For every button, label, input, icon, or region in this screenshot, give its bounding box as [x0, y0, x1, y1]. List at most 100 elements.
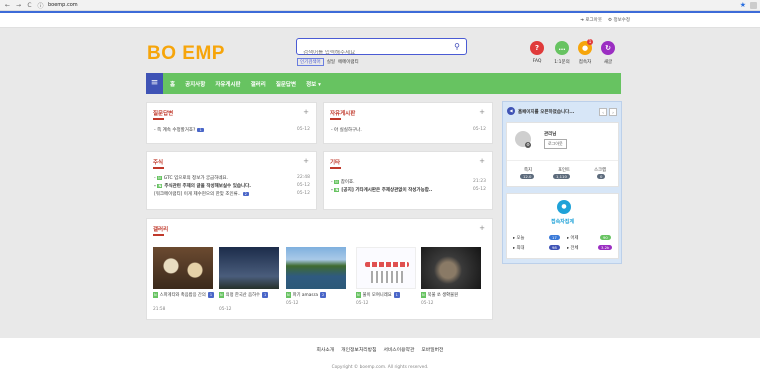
nav-free-board[interactable]: 자유게시판	[215, 80, 240, 88]
visitor-stat-value: 98	[549, 245, 560, 250]
next-arrow-icon[interactable]: ›	[609, 108, 617, 116]
faq-icon[interactable]: ?	[530, 41, 544, 55]
gallery-thumbnail[interactable]	[286, 247, 346, 289]
list-item[interactable]: - 아 실실하구나.	[331, 127, 362, 133]
title-underline	[330, 118, 341, 120]
hamburger-menu-icon[interactable]: ≡	[146, 73, 163, 94]
footer-mobile-link[interactable]: 모바일버전	[421, 346, 443, 353]
more-icon[interactable]: +	[479, 108, 485, 116]
panel-title[interactable]: 주식	[153, 158, 163, 166]
free-board-panel: 자유게시판 + - 아 실실하구나. 05-12	[323, 102, 493, 144]
footer-about-link[interactable]: 회사소개	[317, 346, 335, 353]
visitor-stat-value: 90	[600, 235, 611, 240]
item-date: 05-12	[472, 127, 486, 132]
nav-qna[interactable]: 질문답변	[276, 80, 296, 88]
stat-value[interactable]: 0	[597, 174, 606, 179]
title-underline	[153, 118, 164, 120]
nav-home[interactable]: 홈	[170, 80, 175, 88]
inquiry-icon[interactable]: …	[555, 41, 569, 55]
gallery-thumbnail[interactable]	[356, 247, 416, 289]
gallery-caption[interactable]: N 북울 쏘 생확물원	[421, 292, 483, 299]
address-bar[interactable]: boemp.com	[48, 2, 78, 8]
stat-value[interactable]: 12.0	[520, 174, 535, 179]
gallery-caption[interactable]: N 불이 모여니레요 1	[356, 292, 418, 299]
footer-terms-link[interactable]: 서비스이용약관	[383, 346, 414, 353]
edit-profile-link[interactable]: ⚙ 정보수정	[608, 17, 630, 23]
list-item[interactable]: - N GTC 입으로의 정보가 궁금하네요.	[154, 175, 228, 181]
reload-icon[interactable]: C	[26, 2, 33, 9]
site-logo[interactable]: BO EMP	[147, 43, 225, 65]
top-bar: ➜ 로그아웃 ⚙ 정보수정	[0, 13, 760, 28]
list-item[interactable]: - N 주식관련 주제의 글을 작성해보실수 있습니다.	[154, 183, 251, 189]
gallery-caption[interactable]: N 스파게티와 촉음밥응 간의 1	[153, 292, 215, 299]
bookmark-star-icon[interactable]: ★	[740, 1, 746, 9]
browser-toolbar: ← → C ⓘ boemp.com ★	[0, 0, 760, 11]
item-date: 05-12	[472, 187, 486, 192]
visitor-stat-label: ▸ 오늘	[513, 236, 525, 241]
user-nickname: 관리님	[544, 132, 557, 137]
footer-privacy-link[interactable]: 개인정보처리방침	[341, 346, 376, 353]
qna-panel: 질문답변 + - 쪽 계속 수정할거죠? 1 05-12	[146, 102, 317, 144]
stat-value[interactable]: 1,110	[553, 174, 570, 179]
search-box: ⚲	[296, 38, 467, 56]
visitor-stat-label: ▸ 전체	[567, 246, 579, 251]
panel-title[interactable]: 자유게시판	[330, 109, 355, 117]
gallery-date: 05-12	[219, 307, 232, 312]
logout-link[interactable]: ➜ 로그아웃	[580, 17, 602, 23]
item-date: 21:23	[473, 179, 486, 184]
more-icon[interactable]: +	[303, 157, 309, 165]
footer-links: 회사소개 개인정보처리방침 서비스이용약관 모바일버전	[0, 346, 760, 353]
gallery-caption[interactable]: N 의정 한국산 음하수 1	[219, 292, 281, 299]
panel-title[interactable]: 질문답변	[153, 109, 173, 117]
forward-icon[interactable]: →	[15, 2, 22, 9]
nav-notice[interactable]: 공지사항	[185, 80, 205, 88]
new-badge: N	[334, 188, 340, 192]
visitor-box: ● 접속자집계 ▸ 오늘 17 ▸ 어제 90 ▸ 최대 98 ▸ 전체 3.2…	[506, 193, 619, 259]
megaphone-icon: ◀	[507, 107, 515, 115]
new-posts-icon[interactable]: ↻	[601, 41, 615, 55]
list-item[interactable]: - N [공지] 기타게시판은 주제상관없이 작성가능합..	[331, 187, 432, 193]
item-date: 05-12	[296, 191, 310, 196]
visitor-stat-label: ▸ 최대	[513, 246, 525, 251]
panel-title[interactable]: 갤러리	[153, 225, 168, 233]
popular-tag[interactable]: 에메이럼티	[338, 59, 359, 65]
prev-arrow-icon[interactable]: ‹	[599, 108, 607, 116]
gallery-thumbnail[interactable]	[421, 247, 481, 289]
stat-label: 스크랩	[594, 168, 606, 173]
visitor-icon: ●	[557, 200, 571, 214]
list-item[interactable]: - 쪽 계속 수정할거죠? 1	[154, 127, 204, 133]
list-item[interactable]: - N 참이죠.	[331, 179, 355, 185]
back-icon[interactable]: ←	[4, 2, 11, 9]
list-item[interactable]: [워크메이럼티] 이게 제수현으의 한맞 조인류.. 2	[154, 191, 249, 197]
logout-button[interactable]: 로그아웃	[544, 139, 567, 149]
gear-icon[interactable]: ⚙	[525, 142, 531, 148]
popular-tags: 인기검색어 실일 에메이럼티	[297, 58, 359, 66]
profile-box: ⚙ 관리님 로그아웃 쪽지 12.0 포인트 1,110 스크랩 0	[506, 122, 619, 187]
title-underline	[330, 167, 341, 169]
gallery-caption[interactable]: N 파기 amasra 2	[286, 292, 348, 299]
search-input[interactable]	[303, 50, 453, 56]
nav-gallery[interactable]: 갤러리	[251, 80, 266, 88]
sidebar-notice[interactable]: 홈페이지를 오픈하였습니다...	[518, 109, 574, 115]
item-date: 22:48	[297, 175, 310, 180]
faq-label[interactable]: FAQ	[523, 59, 551, 64]
new-badge: N	[157, 184, 163, 188]
nav-info[interactable]: 정보 ▾	[306, 80, 321, 88]
popular-tag[interactable]: 실일	[327, 59, 335, 65]
visitor-title: 접속자집계	[550, 219, 574, 225]
new-badge: N	[334, 180, 339, 184]
etc-panel: 기타 + - N 참이죠. 21:23 - N [공지] 기타게시판은 주제상관없이…	[323, 151, 493, 210]
search-icon[interactable]: ⚲	[454, 42, 460, 51]
info-icon[interactable]: ⓘ	[37, 1, 44, 10]
gallery-date: 05-12	[286, 301, 299, 306]
more-icon[interactable]: +	[303, 108, 309, 116]
stat-label: 쪽지	[524, 168, 532, 173]
more-icon[interactable]: +	[479, 224, 485, 232]
gallery-thumbnail[interactable]	[219, 247, 279, 289]
new-posts-label[interactable]: 새글	[594, 59, 622, 65]
sidebar: ◀ 홈페이지를 오픈하였습니다... ‹ › ⚙ 관리님 로그아웃 쪽지 12.…	[502, 101, 622, 264]
gallery-thumbnail[interactable]	[153, 247, 213, 289]
more-icon[interactable]: +	[479, 157, 485, 165]
panel-title[interactable]: 기타	[330, 158, 340, 166]
extension-icon[interactable]	[750, 2, 757, 9]
